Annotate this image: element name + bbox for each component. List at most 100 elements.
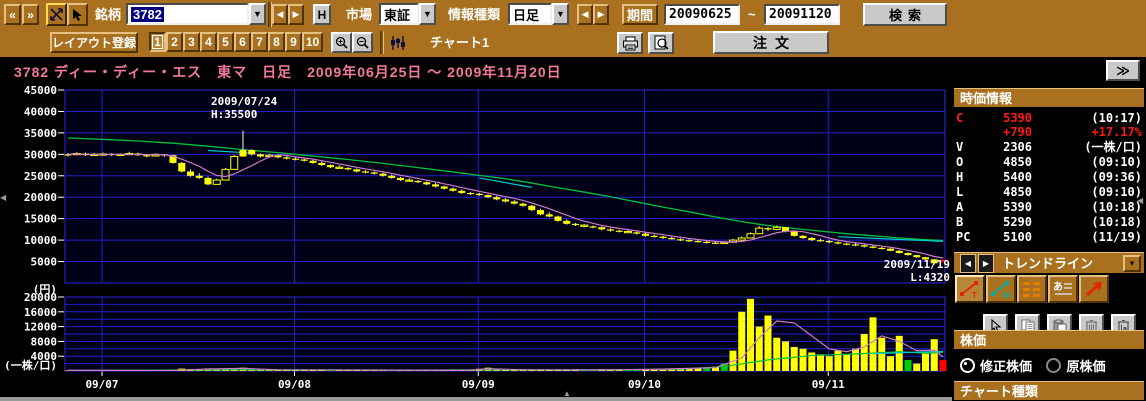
left-splitter-arrow[interactable]: ◀ (0, 193, 6, 202)
layout-4-label: 4 (205, 35, 212, 49)
price-volume-chart[interactable]: 09/0709/0809/0909/1009/11450004000035000… (0, 85, 952, 401)
quote-label: PC (956, 231, 982, 244)
layout-9-label: 9 (290, 35, 297, 49)
svg-text:10000: 10000 (24, 234, 57, 247)
trendline-dropdown-button[interactable]: ▼ (1123, 255, 1141, 272)
zoom-in-icon (335, 36, 348, 49)
main-toolbar: « » 銘柄 3782 ▼ ◀ ▶ H 市場 東証 (0, 0, 1146, 30)
arrow-left-icon: ◀ (582, 9, 589, 20)
symbol-combo: 3782 ▼ (126, 3, 266, 25)
chart-name-label: チャート1 (430, 30, 489, 55)
quote-value: 5290 (982, 216, 1032, 229)
market-dropdown-button[interactable]: ▼ (419, 3, 436, 25)
svg-text:16000: 16000 (24, 306, 57, 319)
order-button[interactable]: 注文 (713, 31, 829, 54)
trendline-panel-header: ◀ ▶ トレンドライン ▼ (954, 252, 1144, 273)
quote-row-change: +790 +17.17% (956, 126, 1142, 139)
quote-row-open: O 4850 (09:10) (956, 156, 1142, 169)
svg-text:H:35500: H:35500 (211, 108, 257, 121)
layout-3-label: 3 (188, 35, 195, 49)
layout-5-label: 5 (222, 35, 229, 49)
page-first-button[interactable]: « (4, 4, 21, 25)
svg-text:09/10: 09/10 (628, 378, 661, 391)
symbol-prev-button[interactable]: ◀ (272, 4, 288, 25)
layout-button-6[interactable]: 6 (234, 32, 251, 52)
chart-canvas[interactable]: 09/0709/0809/0909/1009/11450004000035000… (0, 85, 952, 401)
layout-button-8[interactable]: 8 (268, 32, 285, 52)
period-to-input[interactable] (764, 4, 840, 25)
layout-button-7[interactable]: 7 (251, 32, 268, 52)
layout-button-1[interactable]: 1 (149, 32, 166, 52)
quote-row-low: L 4850 (09:10) (956, 186, 1142, 199)
quote-row-volume: V 2306 (一株/口) (956, 141, 1142, 154)
period-label: 期間 (622, 4, 658, 25)
text-annotation-button[interactable]: あ (1048, 275, 1078, 303)
layout-button-9[interactable]: 9 (285, 32, 302, 52)
symbol-input[interactable]: 3782 (126, 3, 249, 25)
pointer-mode-button[interactable] (67, 3, 88, 26)
trendline-draw-button[interactable]: T (955, 275, 985, 303)
layout-button-2[interactable]: 2 (166, 32, 183, 52)
trendline-header-label: トレンドライン (1002, 254, 1123, 273)
info-type-label: 情報種類 (448, 2, 500, 27)
printer-icon (622, 36, 639, 51)
zoom-in-button[interactable] (331, 32, 352, 53)
bottom-splitter[interactable] (0, 397, 952, 401)
quote-value: +790 (982, 126, 1032, 139)
red-arrow-icon (1083, 279, 1105, 299)
svg-text:12000: 12000 (24, 321, 57, 334)
symbol-dropdown-button[interactable]: ▼ (249, 3, 266, 25)
quote-value: 5400 (982, 171, 1032, 184)
layout-1-label: 1 (154, 35, 161, 49)
layout-7-label: 7 (256, 35, 263, 49)
history-button[interactable]: H (313, 4, 331, 25)
svg-text:あ: あ (1053, 280, 1063, 293)
raw-price-radio[interactable] (1046, 358, 1061, 373)
quote-time: (10:18) (1032, 216, 1142, 229)
collapse-panel-button[interactable]: ≫ (1106, 60, 1140, 81)
trendline-measure-button[interactable]: M (986, 275, 1016, 303)
zoom-out-button[interactable] (352, 32, 373, 53)
bottom-splitter-arrow[interactable]: ▲ (563, 389, 571, 398)
info-type-value[interactable]: 日足 (508, 3, 552, 25)
quote-label: A (956, 201, 982, 214)
period-from-input[interactable] (664, 4, 740, 25)
arrow-annotation-button[interactable] (1079, 275, 1109, 303)
period-prev-button[interactable]: ◀ (577, 4, 593, 25)
pan-mode-button[interactable] (46, 3, 67, 26)
svg-text:45000: 45000 (24, 85, 57, 97)
side-panel: 時価情報 C 5390 (10:17) +790 +17.17% V 2306 … (952, 85, 1146, 401)
quote-time: (09:36) (1032, 171, 1142, 184)
search-button[interactable]: 検索 (863, 3, 947, 26)
right-splitter-arrow[interactable]: ◀ (1137, 196, 1143, 205)
market-value[interactable]: 東証 (379, 3, 419, 25)
print-button[interactable] (617, 32, 643, 54)
layout-button-10[interactable]: 10 (302, 32, 323, 52)
search-button-label: 検索 (889, 5, 927, 24)
symbol-next-button[interactable]: ▶ (288, 4, 304, 25)
trendline-tools: T M あ (955, 275, 1109, 303)
print-preview-button[interactable] (648, 32, 674, 54)
svg-text:M: M (1003, 291, 1010, 299)
page-last-button[interactable]: » (22, 4, 39, 25)
info-type-dropdown-button[interactable]: ▼ (552, 3, 569, 25)
layout-button-5[interactable]: 5 (217, 32, 234, 52)
price-adjust-options: 修正株価 原株価 (960, 356, 1115, 376)
trendline-prev-button[interactable]: ◀ (960, 254, 976, 273)
layout-number-buttons: 1 2 3 4 5 6 7 8 9 10 (149, 32, 323, 52)
adjusted-price-radio[interactable] (960, 358, 975, 373)
period-next-button[interactable]: ▶ (593, 4, 609, 25)
layout-register-button[interactable]: レイアウト登録 (50, 32, 138, 53)
quote-date: (11/19) (1032, 231, 1142, 244)
chart-title: 3782 ディー・ディー・エス 東マ 日足 2009年06月25日 ～ 2009… (14, 62, 562, 82)
chart-tool-button[interactable] (388, 33, 408, 53)
trendline-next-button[interactable]: ▶ (978, 254, 994, 273)
quote-row-close: C 5390 (10:17) (956, 112, 1142, 125)
layout-button-4[interactable]: 4 (200, 32, 217, 52)
chevron-down-icon: ▼ (253, 9, 262, 19)
quote-panel-header: 時価情報 (954, 88, 1144, 107)
quote-label: B (956, 216, 982, 229)
parallel-lines-button[interactable] (1017, 275, 1047, 303)
layout-button-3[interactable]: 3 (183, 32, 200, 52)
cursor-arrow-icon (70, 7, 85, 22)
